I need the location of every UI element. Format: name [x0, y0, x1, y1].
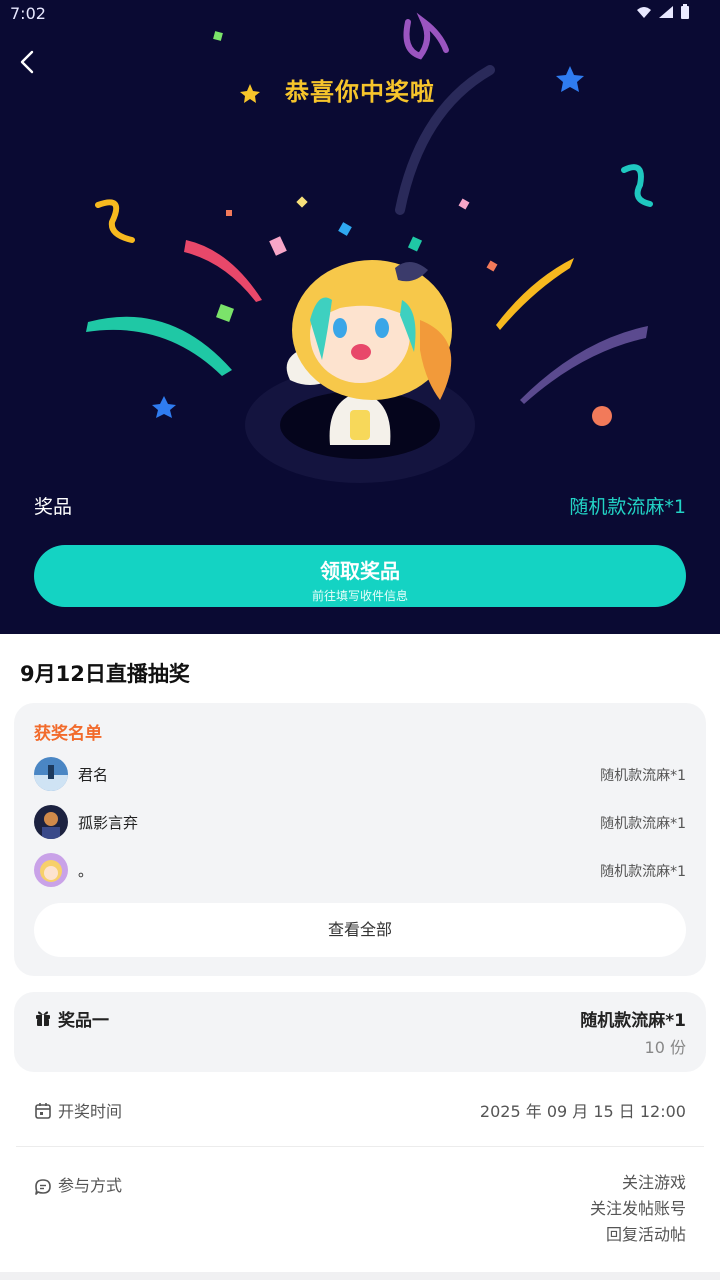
avatar — [34, 805, 68, 839]
participation-methods: 关注游戏 关注发帖账号 回复活动帖 — [590, 1170, 686, 1248]
bottom-strip — [0, 1272, 720, 1280]
draw-time-value: 2025 年 09 月 15 日 12:00 — [479, 1102, 686, 1121]
signal-icon — [659, 6, 673, 18]
draw-time-label: 开奖时间 — [58, 1102, 123, 1121]
claim-button-subtitle: 前往填写收件信息 — [311, 589, 408, 603]
participation-method: 关注游戏 — [621, 1173, 686, 1192]
gift-icon — [36, 1011, 50, 1026]
status-bar: 7:02 — [0, 0, 720, 30]
view-all-button[interactable]: 查看全部 — [34, 903, 686, 957]
chat-icon — [35, 1179, 51, 1195]
avatar — [34, 853, 68, 887]
participation-method: 关注发帖账号 — [589, 1199, 686, 1218]
battery-icon — [681, 4, 689, 19]
prize-label: 奖品 — [34, 496, 73, 518]
participation-method: 回复活动帖 — [605, 1225, 686, 1244]
winner-prize: 随机款流麻*1 — [600, 864, 686, 880]
participation-row: 参与方式 关注游戏 关注发帖账号 回复活动帖 — [34, 1172, 686, 1252]
winners-heading: 获奖名单 — [34, 724, 102, 744]
status-icons — [636, 4, 690, 20]
prize-card-label: 奖品一 — [58, 1011, 109, 1031]
prize-card: 奖品一 随机款流麻*1 10 份 — [14, 992, 706, 1072]
divider — [16, 1146, 704, 1147]
winner-name: 。 — [78, 862, 94, 880]
prize-card-quantity: 10 份 — [644, 1038, 686, 1057]
winner-row[interactable]: 君名 随机款流麻*1 — [34, 757, 686, 793]
claim-button-title: 领取奖品 — [320, 559, 400, 583]
prize-card-name: 随机款流麻*1 — [580, 1011, 686, 1031]
avatar — [34, 757, 68, 791]
lottery-title: 9月12日直播抽奖 — [20, 662, 190, 686]
winner-name: 孤影言弃 — [78, 814, 139, 832]
winner-prize: 随机款流麻*1 — [600, 768, 686, 784]
calendar-icon — [35, 1103, 51, 1119]
winner-name: 君名 — [78, 766, 109, 784]
winners-card: 获奖名单 君名 随机款流麻*1 孤影言弃 随机款流麻*1 。 随机款流麻*1 查… — [14, 703, 706, 976]
claim-prize-button[interactable]: 领取奖品 前往填写收件信息 — [34, 545, 686, 607]
status-time: 7:02 — [10, 4, 46, 23]
congrats-title: 恭喜你中奖啦 — [285, 78, 435, 106]
prize-summary-row: 奖品 随机款流麻*1 — [34, 490, 686, 520]
hero-banner: 7:02 恭喜你中奖啦 奖品 随机款流麻*1 领取奖品 前往填写收件信息 — [0, 0, 720, 634]
wifi-icon — [637, 7, 651, 18]
participation-label: 参与方式 — [58, 1176, 123, 1195]
draw-time-row: 开奖时间 2025 年 09 月 15 日 12:00 — [34, 1098, 686, 1124]
prize-value: 随机款流麻*1 — [569, 496, 686, 518]
winner-prize: 随机款流麻*1 — [600, 816, 686, 832]
winner-row[interactable]: 孤影言弃 随机款流麻*1 — [34, 805, 686, 841]
winner-row[interactable]: 。 随机款流麻*1 — [34, 853, 686, 889]
